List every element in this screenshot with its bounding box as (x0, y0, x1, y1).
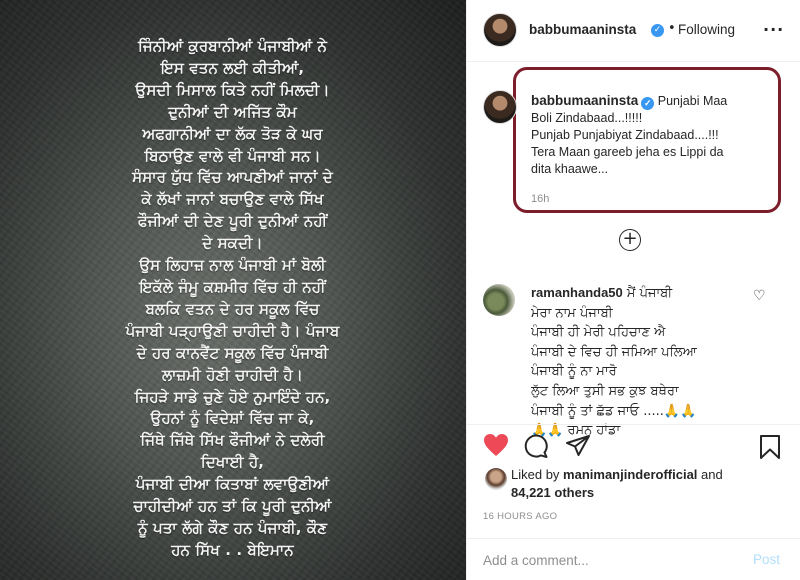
poem-line: ਲਾਜ਼ਮੀ ਹੋਣੀ ਚਾਹੀਦੀ ਹੈ। (162, 365, 303, 384)
poem-line: ਦੁਨੀਆਂ ਦੀ ਅਜਿੱਤ ਕੌਮ (168, 102, 297, 121)
poem-line: ਦੇ ਸਕਦੀ। (202, 234, 263, 253)
caption-line: Punjabi Maa (657, 94, 728, 108)
share-icon[interactable] (565, 434, 591, 462)
comment-avatar[interactable] (483, 284, 515, 316)
poem-line: ਉਸਦੀ ਮਿਸਾਲ ਕਿਤੇ ਨਹੀਂ ਮਿਲਦੀ। (135, 80, 330, 99)
poem-line: ਅਫਗਾਨੀਆਂ ਦਾ ਲੱਕ ਤੋੜ ਕੇ ਘਰ (142, 124, 323, 143)
post-comment-button[interactable]: Post (753, 552, 780, 567)
poem-line: ਸੰਸਾਰ ਯੁੱਧ ਵਿੱਚ ਆਪਣੀਆਂ ਜਾਨਾਂ ਦੇ (132, 168, 333, 187)
post-image[interactable]: ਜਿੰਨੀਆਂ ਕੁਰਬਾਨੀਆਂ ਪੰਜਾਬੀਆਂ ਨੇ ਇਸ ਵਤਨ ਲਈ ਕ… (0, 0, 466, 580)
comment-line: ਮੈਂ ਪੰਜਾਬੀ (626, 286, 673, 301)
likes-prefix: Liked by (511, 467, 560, 482)
comment-line: ਪੰਜਾਬੀ ਨੂੰ ਨਾ ਮਾਰੋ (531, 364, 617, 380)
comment-line: ਮੇਰਾ ਨਾਮ ਪੰਜਾਬੀ (531, 305, 613, 321)
poem-line: ਕੇ ਲੱਖਾਂ ਜਾਨਾਂ ਬਚਾਉਣ ਵਾਲੇ ਸਿੱਖ (141, 190, 324, 209)
caption: babbumaaninsta ✓ Punjabi Maa Boli Zindaba… (531, 92, 771, 178)
caption-avatar[interactable] (483, 90, 517, 124)
caption-time[interactable]: 16h (531, 193, 549, 205)
comment-like-icon[interactable]: ♡ (753, 288, 766, 304)
poem-line: ਬਿਠਾਉਣ ਵਾਲੇ ਵੀ ਪੰਜਾਬੀ ਸਨ। (144, 146, 321, 165)
post-timestamp[interactable]: 16 HOURS AGO (483, 511, 557, 522)
likes-summary: Liked by manimanjinderofficial and 84,22… (511, 466, 781, 502)
caption-line: Punjab Punjabiyat Zindabaad....!!! (531, 128, 719, 142)
comment-line: ਪੰਜਾਬੀ ਨੂੰ ਤਾਂ ਛੱਡ ਜਾਓ .....🙏🙏 (531, 403, 697, 419)
poem-line: ਦੇ ਹਰ ਕਾਨਵੈਂਟ ਸਕੂਲ ਵਿੱਚ ਪੰਜਾਬੀ (136, 343, 329, 362)
poem-line: ਜਿਹੜੇ ਸਾਡੇ ਚੁਣੇ ਹੋਏ ਨੁਮਾਇੰਦੇ ਹਨ, (134, 387, 331, 406)
poem-line: ਹਨ ਸਿੱਖ . . ਬੇਇਮਾਨ (171, 540, 294, 559)
post-header: babbumaaninsta ✓ • Following ··· (467, 0, 800, 62)
poem-line: ਇਕੱਲੇ ਜੰਮੂ ਕਸ਼ਮੀਰ ਵਿੱਚ ਹੀ ਨਹੀਂ (139, 277, 326, 296)
verified-icon: ✓ (651, 24, 664, 37)
poem-line: ਚਾਹੀਦੀਆਂ ਹਨ ਤਾਂ ਕਿ ਪੂਰੀ ਦੁਨੀਆਂ (133, 497, 332, 516)
comment-username[interactable]: ramanhanda50 (531, 285, 623, 300)
poem-line: ਜਿੱਥੇ ਜਿੱਥੇ ਸਿੱਖ ਫੌਜੀਆਂ ਨੇ ਦਲੇਰੀ (140, 431, 325, 450)
likes-count[interactable]: 84,221 others (511, 485, 594, 500)
following-button[interactable]: Following (678, 22, 735, 37)
header-username[interactable]: babbumaaninsta (529, 22, 636, 37)
add-comment-bar: Post (467, 538, 800, 580)
comment: ramanhanda50 ਮੈਂ ਪੰਜਾਬੀ ਮੇਰਾ ਨਾਮ ਪੰਜਾਬੀ … (531, 283, 761, 443)
caption-line: Boli Zindabaad...!!!!! (531, 111, 643, 125)
caption-username[interactable]: babbumaaninsta (531, 93, 638, 108)
poem-text: ਜਿੰਨੀਆਂ ਕੁਰਬਾਨੀਆਂ ਪੰਜਾਬੀਆਂ ਨੇ ਇਸ ਵਤਨ ਲਈ ਕ… (60, 36, 405, 562)
heart-icon[interactable] (483, 433, 509, 462)
poem-line: ਬਲਕਿ ਵਤਨ ਦੇ ਹਰ ਸਕੂਲ ਵਿੱਚ (145, 299, 320, 318)
caption-line: dita khaawe... (531, 162, 609, 176)
poem-line: ਫੌਜੀਆਂ ਦੀ ਦੇਣ ਪੂਰੀ ਦੁਨੀਆਂ ਨਹੀਂ (137, 212, 328, 231)
separator-dot: • (668, 21, 676, 36)
liker-avatar[interactable] (485, 468, 507, 490)
poem-line: ਪੰਜਾਬੀ ਦੀਆ ਕਿਤਾਬਾਂ ਲਵਾਉਣੀਆਂ (135, 475, 330, 494)
post-side-panel: babbumaaninsta ✓ • Following ··· babbuma… (466, 0, 800, 580)
liker-username[interactable]: manimanjinderofficial (563, 467, 697, 482)
action-bar (467, 424, 800, 468)
poem-line: ਪੰਜਾਬੀ ਪੜ੍ਹਾਉਣੀ ਚਾਹੀਦੀ ਹੈ। ਪੰਜਾਬ (125, 321, 340, 340)
poem-line: ਇਸ ਵਤਨ ਲਈ ਕੀਤੀਆਂ, (160, 58, 305, 77)
load-more-comments-icon[interactable]: + (619, 229, 641, 251)
comment-line: ਲੁੱਟ ਲਿਆ ਤੁਸੀ ਸਭ ਕੁਝ ਬਥੇਰਾ (531, 383, 679, 399)
poem-line: ਉਹਨਾਂ ਨੂੰ ਵਿਦੇਸ਼ਾਂ ਵਿੱਚ ਜਾ ਕੇ, (150, 409, 315, 428)
likes-conj: and (701, 467, 723, 482)
bookmark-icon[interactable] (759, 434, 781, 464)
poem-line: ਉਸ ਲਿਹਾਜ਼ ਨਾਲ ਪੰਜਾਬੀ ਮਾਂ ਬੋਲੀ (139, 256, 326, 275)
comment-line: ਪੰਜਾਬੀ ਦੇ ਵਿਚ ਹੀ ਜਮਿਆ ਪਲਿਆ (531, 344, 697, 360)
poem-line: ਜਿੰਨੀਆਂ ਕੁਰਬਾਨੀਆਂ ਪੰਜਾਬੀਆਂ ਨੇ (138, 37, 327, 55)
verified-icon: ✓ (641, 97, 655, 110)
avatar[interactable] (483, 13, 517, 47)
comment-input[interactable] (483, 549, 733, 571)
more-options-icon[interactable]: ··· (763, 20, 784, 39)
poem-line: ਨੂੰ ਪਤਾ ਲੱਗੇ ਕੌਣ ਹਨ ਪੰਜਾਬੀ, ਕੌਣ (137, 518, 328, 537)
poem-line: ਦਿਖਾਈ ਹੈ, (200, 453, 265, 472)
caption-line: Tera Maan gareeb jeha es Lippi da (531, 145, 724, 159)
comment-line: ਪੰਜਾਬੀ ਹੀ ਮੇਰੀ ਪਹਿਚਾਣ ਐ (531, 325, 666, 341)
comment-icon[interactable] (523, 433, 549, 463)
